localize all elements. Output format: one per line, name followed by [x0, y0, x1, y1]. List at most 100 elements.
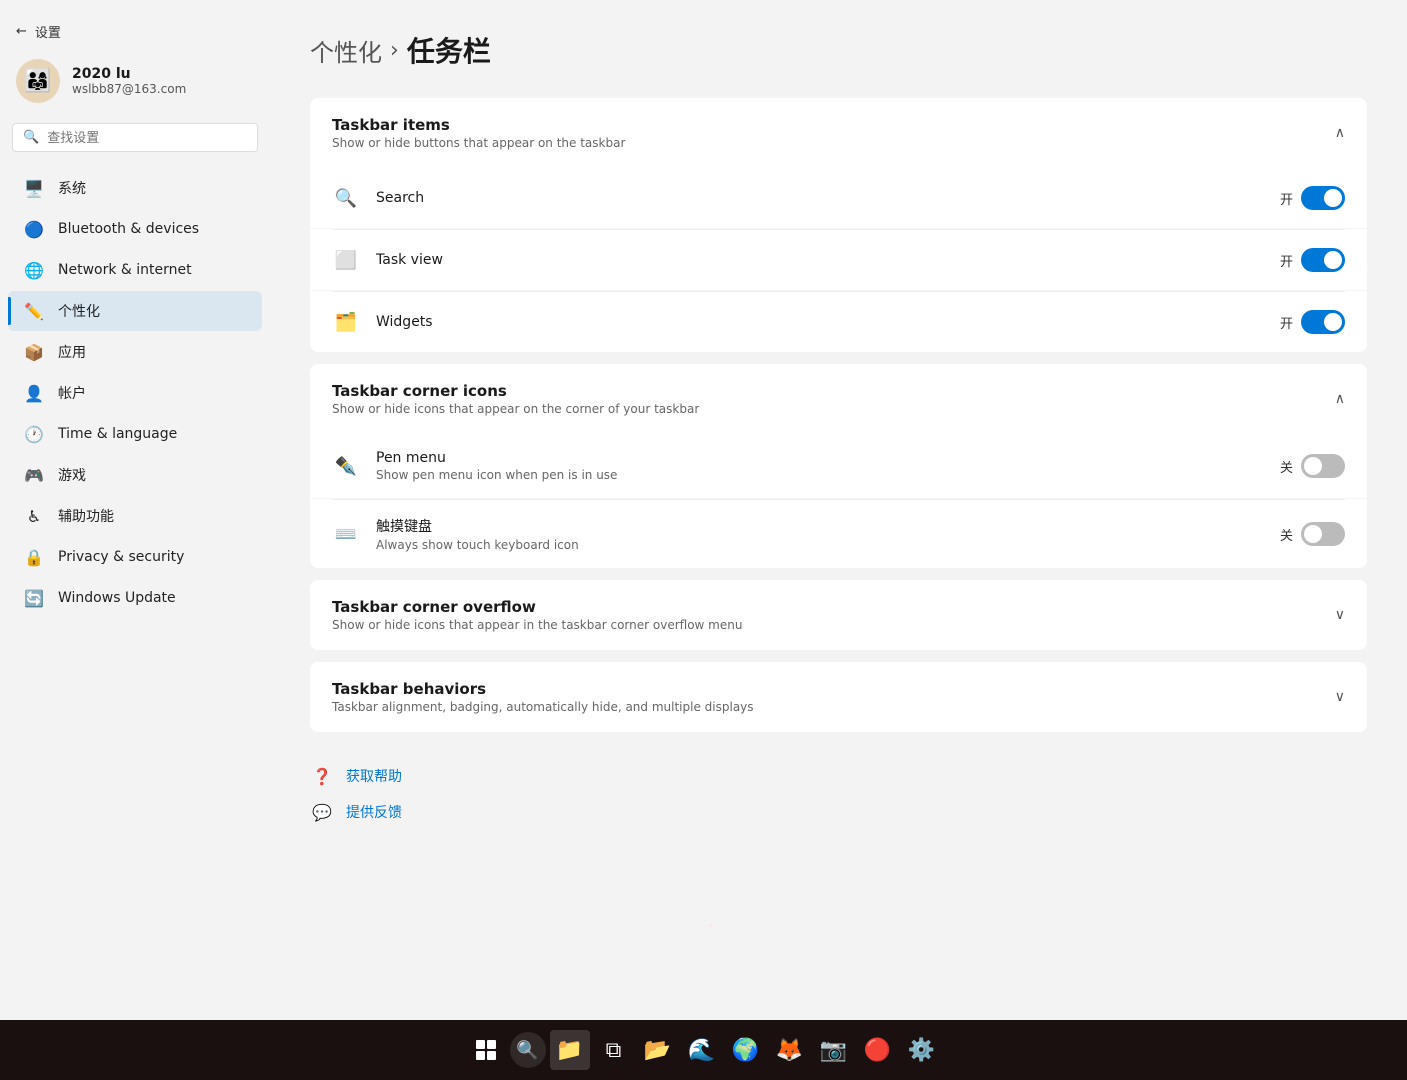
setting-icon-search: 🔍: [332, 184, 360, 212]
setting-sublabel-pen-menu: Show pen menu icon when pen is in use: [376, 468, 1264, 482]
update-nav-icon: 🔄: [24, 588, 44, 608]
taskbar-search-button[interactable]: 🔍: [510, 1032, 546, 1068]
toggle-track-search[interactable]: [1301, 186, 1345, 210]
toggle-track-widgets[interactable]: [1301, 310, 1345, 334]
card-subtitle-taskbar-corner-overflow: Show or hide icons that appear in the ta…: [332, 618, 742, 632]
card-header-taskbar-corner-icons[interactable]: Taskbar corner iconsShow or hide icons t…: [310, 364, 1367, 434]
taskbar-start-button[interactable]: [466, 1030, 506, 1070]
sidebar-item-accounts[interactable]: 👤帐户: [8, 373, 262, 413]
search-input[interactable]: [47, 130, 247, 145]
toggle-touch-keyboard[interactable]: [1301, 522, 1345, 546]
footer-links: ❓ 获取帮助 💬 提供反馈: [310, 744, 1367, 844]
card-title-block-taskbar-corner-icons: Taskbar corner iconsShow or hide icons t…: [332, 382, 699, 416]
sidebar-item-system[interactable]: 🖥️系统: [8, 168, 262, 208]
toggle-track-touch-keyboard[interactable]: [1301, 522, 1345, 546]
setting-sublabel-touch-keyboard: Always show touch keyboard icon: [376, 538, 1264, 552]
privacy-nav-label: Privacy & security: [58, 549, 184, 565]
back-button[interactable]: ← 设置: [0, 16, 270, 47]
help-icon: ❓: [310, 764, 334, 788]
card-subtitle-taskbar-items: Show or hide buttons that appear on the …: [332, 136, 625, 150]
sidebar-item-gaming[interactable]: 🎮游戏: [8, 455, 262, 495]
accessibility-nav-label: 辅助功能: [58, 506, 114, 526]
user-email: wslbb87@163.com: [72, 82, 186, 96]
setting-icon-pen-menu: ✒️: [332, 452, 360, 480]
help-link-row: ❓ 获取帮助: [310, 764, 1367, 788]
toggle-pen-menu[interactable]: [1301, 454, 1345, 478]
gaming-nav-icon: 🎮: [24, 465, 44, 485]
taskbar-photo-icon[interactable]: 📷: [814, 1030, 854, 1070]
username: 2020 lu: [72, 66, 186, 82]
card-subtitle-taskbar-behaviors: Taskbar alignment, badging, automaticall…: [332, 700, 754, 714]
setting-label-taskview: Task view: [376, 252, 1264, 268]
setting-label-block-pen-menu: Pen menuShow pen menu icon when pen is i…: [376, 450, 1264, 482]
sidebar-item-network[interactable]: 🌐Network & internet: [8, 250, 262, 290]
card-header-taskbar-behaviors[interactable]: Taskbar behaviorsTaskbar alignment, badg…: [310, 662, 1367, 732]
network-nav-icon: 🌐: [24, 260, 44, 280]
search-box[interactable]: 🔍: [12, 123, 258, 152]
breadcrumb-separator: ›: [390, 38, 399, 63]
bluetooth-nav-label: Bluetooth & devices: [58, 221, 199, 237]
page-title: 任务栏: [407, 30, 491, 70]
toggle-wrapper-widgets: 开: [1280, 310, 1345, 334]
feedback-link[interactable]: 提供反馈: [346, 802, 402, 822]
toggle-label-taskview: 开: [1280, 251, 1293, 270]
sidebar-item-bluetooth[interactable]: 🔵 Bluetooth & devices: [8, 209, 262, 249]
card-header-taskbar-items[interactable]: Taskbar items Show or hide buttons that a…: [310, 98, 1367, 168]
toggle-wrapper-search: 开: [1280, 186, 1345, 210]
system-nav-label: 系统: [58, 178, 86, 198]
card-title-taskbar-items: Taskbar items: [332, 116, 625, 134]
apps-nav-icon: 📦: [24, 342, 44, 362]
card-title-taskbar-corner-overflow: Taskbar corner overflow: [332, 598, 742, 616]
taskbar-folder-icon[interactable]: 📂: [638, 1030, 678, 1070]
card-chevron-taskbar-items: ∧: [1335, 125, 1345, 141]
sidebar-item-accessibility[interactable]: ♿辅助功能: [8, 496, 262, 536]
taskbar-settings-icon[interactable]: ⚙️: [902, 1030, 942, 1070]
setting-label-block-search: Search: [376, 190, 1264, 206]
card-chevron-taskbar-behaviors: ∨: [1335, 689, 1345, 705]
time-nav-label: Time & language: [58, 426, 177, 442]
sidebar-item-apps[interactable]: 📦应用: [8, 332, 262, 372]
card-taskbar-corner-overflow: Taskbar corner overflow Show or hide icon…: [310, 580, 1367, 650]
sidebar-item-update[interactable]: 🔄Windows Update: [8, 578, 262, 618]
taskbar-firefox-icon[interactable]: 🦊: [770, 1030, 810, 1070]
personalization-nav-icon: ✏️: [24, 301, 44, 321]
setting-label-block-widgets: Widgets: [376, 314, 1264, 330]
setting-row-search: 🔍 Search 开: [310, 168, 1367, 229]
accounts-nav-label: 帐户: [58, 383, 86, 403]
personalization-nav-label: 个性化: [58, 301, 100, 321]
setting-icon-widgets: 🗂️: [332, 308, 360, 336]
toggle-thumb-pen-menu: [1304, 457, 1322, 475]
help-link[interactable]: 获取帮助: [346, 766, 402, 786]
toggle-label-pen-menu: 关: [1280, 457, 1293, 476]
user-profile: 👨‍👩‍👧 2020 lu wslbb87@163.com: [0, 47, 270, 123]
taskbar-widgets-icon[interactable]: ⧉: [594, 1030, 634, 1070]
taskbar-file-explorer[interactable]: 📁: [550, 1030, 590, 1070]
toggle-thumb-taskview: [1324, 251, 1342, 269]
toggle-widgets[interactable]: [1301, 310, 1345, 334]
card-title-block-taskbar-corner-overflow: Taskbar corner overflow Show or hide icon…: [332, 598, 742, 632]
setting-icon-touch-keyboard: ⌨️: [332, 520, 360, 548]
toggle-track-taskview[interactable]: [1301, 248, 1345, 272]
taskbar-edge-icon[interactable]: 🌊: [682, 1030, 722, 1070]
taskbar-browser-icon[interactable]: 🌍: [726, 1030, 766, 1070]
nav-menu: 🖥️系统 🔵 Bluetooth & devices 🌐Network & inter…: [0, 168, 270, 618]
sidebar: ← 设置 👨‍👩‍👧 2020 lu wslbb87@163.com 🔍 🖥️系…: [0, 0, 270, 940]
setting-label-block-touch-keyboard: 触摸键盘Always show touch keyboard icon: [376, 516, 1264, 552]
main-content: 个性化 › 任务栏 Taskbar itemsShow or hide butt…: [270, 0, 1407, 1020]
toggle-track-pen-menu[interactable]: [1301, 454, 1345, 478]
card-subtitle-taskbar-corner-icons: Show or hide icons that appear on the co…: [332, 402, 699, 416]
taskbar-app-icon[interactable]: 🔴: [858, 1030, 898, 1070]
toggle-label-widgets: 开: [1280, 313, 1293, 332]
setting-row-widgets: 🗂️ Widgets 开: [310, 292, 1367, 352]
time-nav-icon: 🕐: [24, 424, 44, 444]
bluetooth-nav-icon: 🔵: [24, 219, 44, 239]
toggle-taskview[interactable]: [1301, 248, 1345, 272]
back-label: 设置: [35, 22, 61, 41]
avatar-emoji: 👨‍👩‍👧: [24, 69, 51, 94]
sidebar-item-time[interactable]: 🕐 Time & language: [8, 414, 262, 454]
toggle-search[interactable]: [1301, 186, 1345, 210]
sidebar-item-personalization[interactable]: ✏️ 个性化: [8, 291, 262, 331]
sidebar-item-privacy[interactable]: 🔒Privacy & security: [8, 537, 262, 577]
card-header-taskbar-corner-overflow[interactable]: Taskbar corner overflow Show or hide icon…: [310, 580, 1367, 650]
toggle-wrapper-pen-menu: 关: [1280, 454, 1345, 478]
